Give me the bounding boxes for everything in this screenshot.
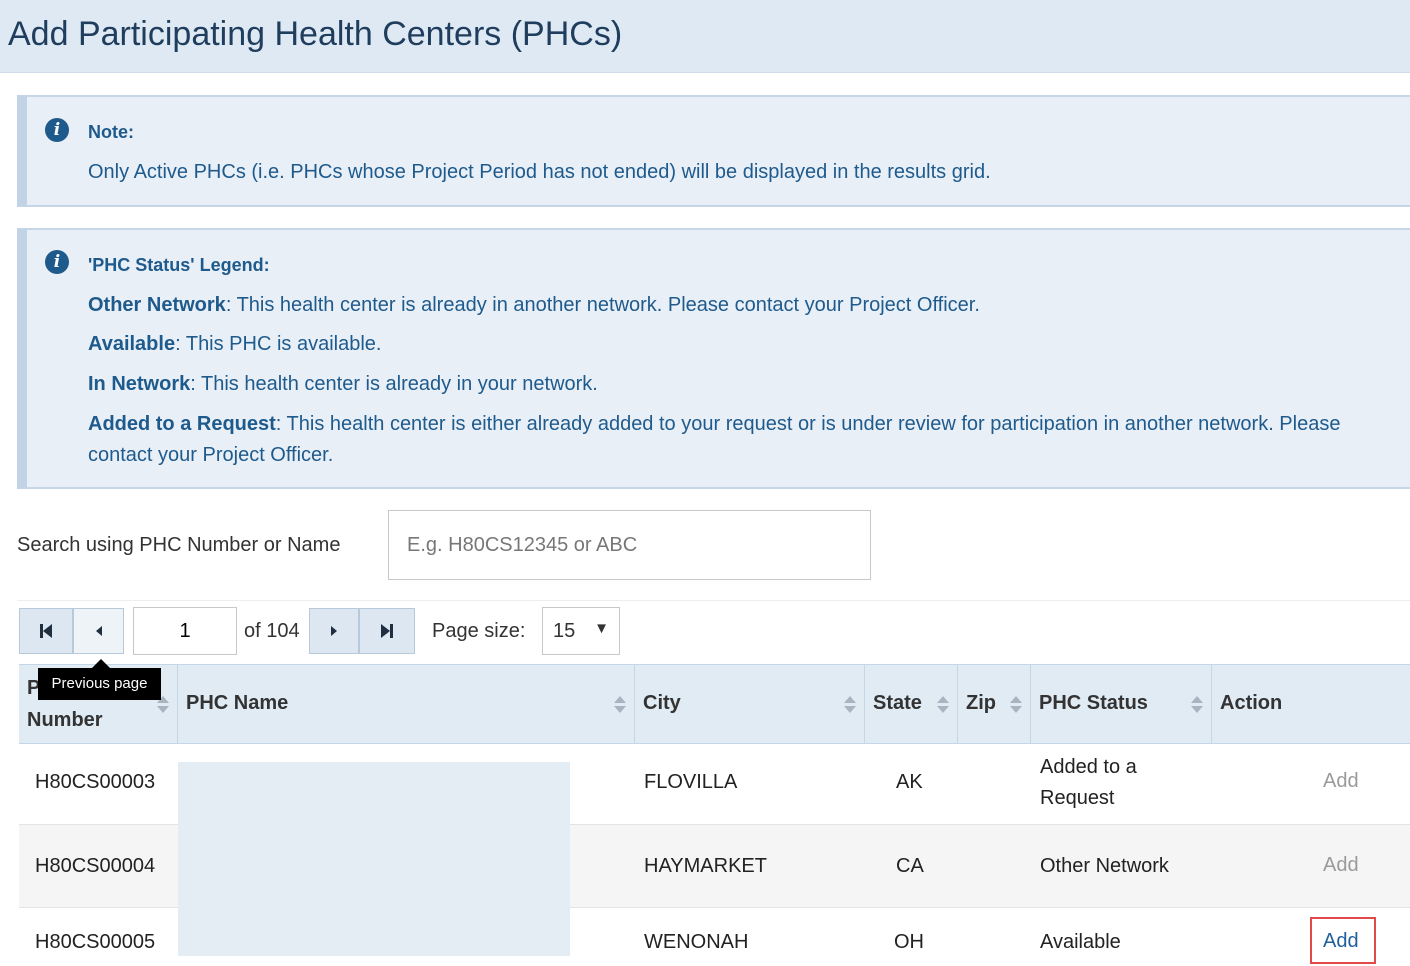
status-cell: Available: [1040, 931, 1121, 953]
next-page-button[interactable]: [309, 608, 359, 654]
page-size-select[interactable]: 15 ▼: [542, 607, 620, 655]
add-button[interactable]: Add: [1323, 854, 1359, 877]
legend-item-added-to-request: Added to a Request: This health center i…: [88, 409, 1406, 471]
column-header-phc-status[interactable]: PHC Status: [1031, 665, 1212, 743]
column-header-label: State: [873, 692, 922, 714]
status-cell: Added to a: [1040, 756, 1137, 778]
page-title: Add Participating Health Centers (PHCs): [8, 15, 623, 53]
legend-desc: : This health center is already in your …: [190, 373, 598, 395]
status-cell: Request: [1040, 787, 1115, 809]
tooltip: Previous page: [38, 668, 161, 700]
page-count-text: of 104: [244, 620, 300, 642]
column-header-label: Action: [1220, 692, 1283, 714]
column-header-label: Zip: [966, 692, 996, 714]
previous-page-button[interactable]: [73, 608, 124, 654]
page-size-label: Page size:: [432, 620, 526, 642]
legend-desc: : This health center is already in anoth…: [225, 294, 980, 316]
sort-icon: [937, 696, 949, 714]
page-header: Add Participating Health Centers (PHCs): [0, 0, 1410, 73]
previous-page-icon: [95, 626, 102, 636]
note-text: Only Active PHCs (i.e. PHCs whose Projec…: [88, 161, 991, 183]
city-cell: HAYMARKET: [644, 855, 767, 877]
legend-title: 'PHC Status' Legend:: [88, 255, 270, 275]
info-icon: i: [45, 250, 69, 274]
status-cell: Other Network: [1040, 855, 1169, 877]
legend-desc: : This PHC is available.: [175, 333, 382, 355]
sort-icon: [1191, 696, 1203, 714]
table-header: P Number PHC Name City State Zip PHC Sta…: [19, 664, 1410, 744]
first-page-button[interactable]: [19, 608, 73, 654]
highlight-box: [1310, 917, 1376, 964]
page-size-value: 15: [553, 620, 576, 642]
legend-term: Added to a Request: [88, 413, 276, 435]
phc-number-cell: H80CS00003: [35, 771, 156, 793]
column-header-label: Number: [27, 709, 103, 731]
search-input[interactable]: [388, 510, 871, 580]
next-page-icon: [331, 626, 337, 636]
legend-box: i 'PHC Status' Legend: Other Network: Th…: [17, 228, 1410, 489]
column-header-zip[interactable]: Zip: [958, 665, 1031, 743]
sort-icon: [844, 696, 856, 714]
column-header-phc-name[interactable]: PHC Name: [178, 665, 635, 743]
column-header-label: PHC Status: [1039, 692, 1148, 714]
legend-desc: : This health center is either already a…: [88, 413, 1341, 466]
last-page-icon: [381, 624, 393, 638]
divider: [17, 600, 1410, 601]
phc-number-cell: H80CS00004: [35, 855, 156, 877]
column-header-state[interactable]: State: [865, 665, 958, 743]
search-label: Search using PHC Number or Name: [17, 534, 341, 556]
page-number-input[interactable]: [133, 607, 237, 655]
redacted-phc-names: [178, 762, 570, 956]
first-page-icon: [40, 624, 52, 638]
note-box: i Note: Only Active PHCs (i.e. PHCs whos…: [17, 95, 1410, 207]
column-header-city[interactable]: City: [635, 665, 865, 743]
note-title: Note:: [88, 122, 134, 142]
info-icon: i: [45, 118, 69, 142]
add-button[interactable]: Add: [1323, 770, 1359, 793]
sort-icon: [1010, 696, 1022, 714]
legend-item-other-network: Other Network: This health center is alr…: [88, 290, 1406, 321]
legend-item-in-network: In Network: This health center is alread…: [88, 369, 1406, 400]
city-cell: FLOVILLA: [644, 771, 738, 793]
legend-term: Other Network: [88, 294, 226, 316]
legend-item-available: Available: This PHC is available.: [88, 329, 1406, 360]
dropdown-arrow-icon: ▼: [594, 620, 609, 637]
phc-number-cell: H80CS00005: [35, 931, 156, 953]
city-cell: WENONAH: [644, 931, 749, 953]
state-cell: AK: [896, 771, 923, 793]
last-page-button[interactable]: [359, 608, 415, 654]
state-cell: CA: [896, 855, 924, 877]
legend-term: In Network: [88, 373, 191, 395]
legend-term: Available: [88, 333, 176, 355]
sort-icon: [614, 696, 626, 714]
state-cell: OH: [894, 931, 924, 953]
column-header-label: PHC Name: [186, 692, 289, 714]
column-header-label: City: [643, 692, 681, 714]
column-header-action: Action: [1212, 665, 1410, 743]
